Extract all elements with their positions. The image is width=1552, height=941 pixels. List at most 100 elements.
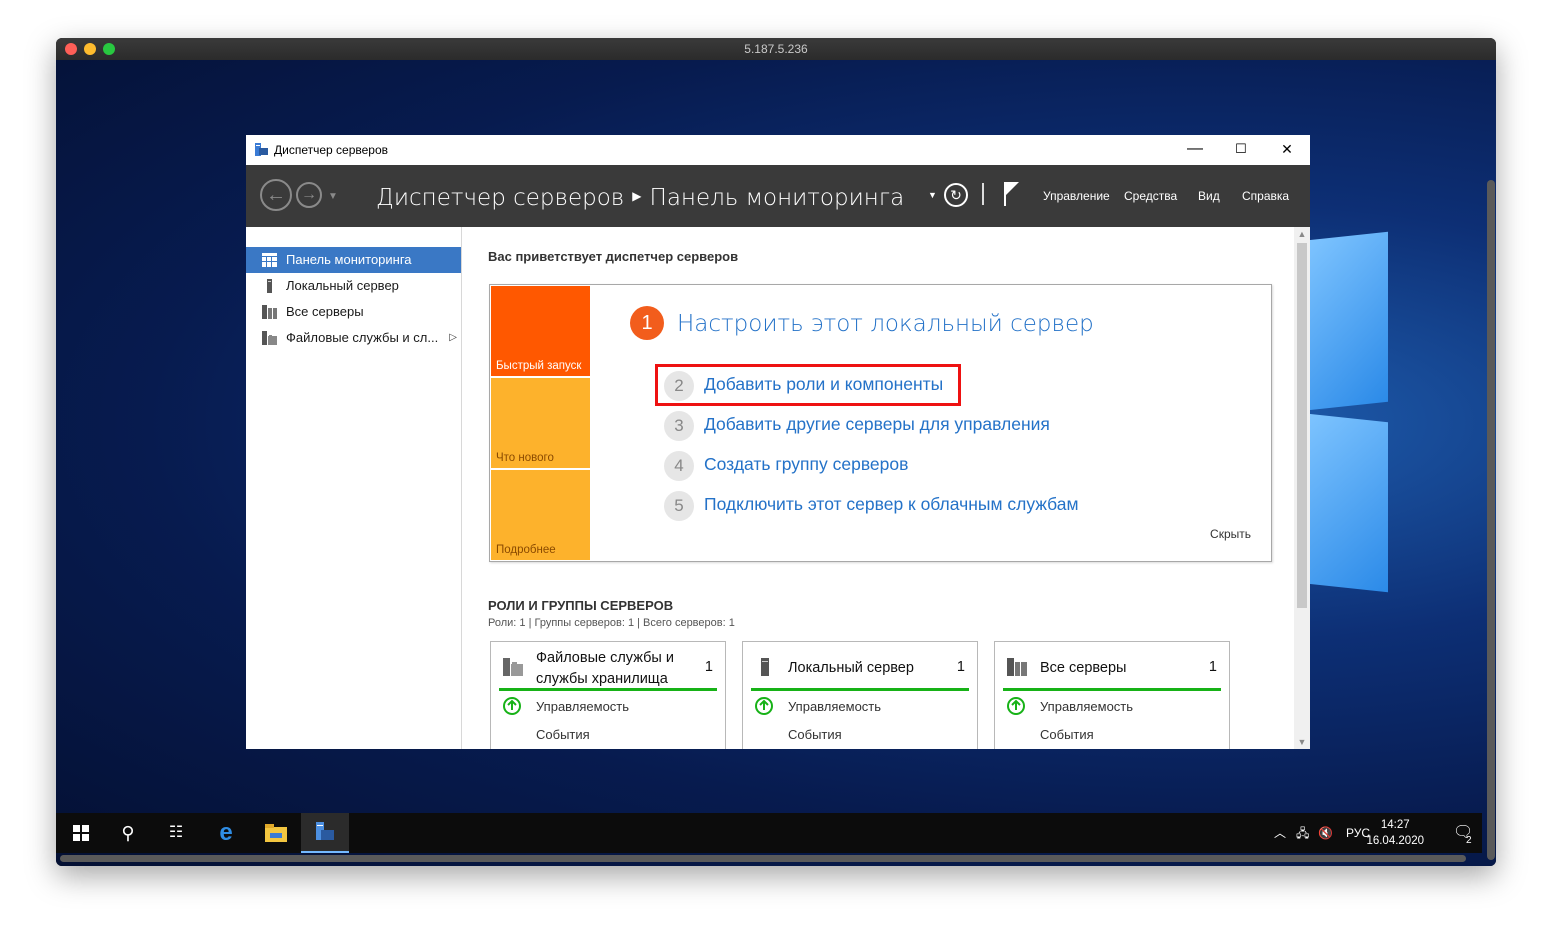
task-view-icon[interactable]: ☷ <box>152 813 200 853</box>
sidebar-item-dashboard[interactable]: Панель мониторинга <box>246 247 461 273</box>
close-button[interactable]: ✕ <box>1264 135 1310 165</box>
role-card-local-server[interactable]: Локальный сервер 1 Управляемость События <box>742 641 978 749</box>
file-services-icon <box>262 331 277 345</box>
scroll-up-icon[interactable]: ▲ <box>1294 229 1310 239</box>
step-link[interactable]: Добавить другие серверы для управления <box>704 414 1050 435</box>
clock[interactable]: 14:27 16.04.2020 <box>1366 817 1424 849</box>
sidebar-item-local-server[interactable]: Локальный сервер <box>246 273 461 299</box>
notifications-count: 2 <box>1466 835 1472 846</box>
sidebar-item-file-services[interactable]: Файловые службы и сл... ▷ <box>246 325 461 351</box>
role-card-all-servers[interactable]: Все серверы 1 Управляемость События <box>994 641 1230 749</box>
card-manageability[interactable]: Управляемость <box>788 699 881 714</box>
card-count: 1 <box>956 659 965 675</box>
step-1-number: 1 <box>630 306 664 340</box>
card-manageability[interactable]: Управляемость <box>536 699 629 714</box>
clock-time: 14:27 <box>1380 819 1410 831</box>
quick-start-panel: Быстрый запуск Что нового Подробнее 1 На… <box>489 284 1272 562</box>
menu-view[interactable]: Вид <box>1198 189 1220 203</box>
step-number: 5 <box>664 491 694 521</box>
file-explorer-icon[interactable] <box>252 813 300 853</box>
submenu-arrow-icon[interactable]: ▷ <box>449 325 457 351</box>
card-count: 1 <box>1208 659 1217 675</box>
roles-summary: Роли: 1 | Группы серверов: 1 | Всего сер… <box>488 617 735 629</box>
card-count: 1 <box>704 659 713 675</box>
tile-label: Подробнее <box>496 544 556 556</box>
internet-explorer-icon[interactable]: e <box>202 813 250 853</box>
status-bar <box>499 688 717 691</box>
roles-heading: РОЛИ И ГРУППЫ СЕРВЕРОВ <box>488 598 674 613</box>
clock-date: 16.04.2020 <box>1366 835 1424 847</box>
tile-whats-new[interactable]: Что нового <box>491 378 590 468</box>
step-number: 4 <box>664 451 694 481</box>
card-events[interactable]: События <box>788 727 842 742</box>
welcome-heading: Вас приветствует диспетчер серверов <box>488 249 739 264</box>
menu-tools[interactable]: Средства <box>1124 189 1177 203</box>
breadcrumb-current: Панель мониторинга <box>649 185 905 211</box>
window-titlebar[interactable]: Диспетчер серверов — ☐ ✕ <box>246 135 1310 166</box>
back-arrow-icon[interactable]: ← <box>260 179 292 211</box>
remote-desktop-frame: 5.187.5.236 Диспетчер серверов — ☐ ✕ ← →… <box>56 38 1496 866</box>
highlight-annotation <box>655 364 961 406</box>
step-number: 3 <box>664 411 694 441</box>
forward-arrow-icon[interactable]: → <box>296 182 322 208</box>
server-manager-icon <box>255 143 268 156</box>
notification-dropdown-icon[interactable]: ▼ <box>928 190 937 200</box>
windows-wallpaper-logo <box>1308 231 1478 606</box>
show-hidden-icons-icon[interactable]: ︿ <box>1274 813 1286 853</box>
taskbar: ⚲ ☷ e ︿ 🖧 🔇 РУС 14:27 16.04.2020 🗨 2 <box>56 813 1482 853</box>
header-toolbar: ← → ▼ Диспетчер серверов ▶ Панель монитори… <box>246 165 1310 227</box>
server-manager-taskbar-button[interactable] <box>301 813 349 853</box>
maximize-button[interactable]: ☐ <box>1218 135 1264 165</box>
windows-start-icon[interactable] <box>57 813 105 853</box>
tile-label: Что нового <box>496 452 554 464</box>
scroll-down-icon[interactable]: ▼ <box>1294 737 1310 747</box>
menu-manage[interactable]: Управление <box>1043 189 1110 203</box>
flag-icon[interactable] <box>1003 181 1021 207</box>
card-events[interactable]: События <box>536 727 590 742</box>
role-card-file-services[interactable]: Файловые службы и службы хранилища 1 Упр… <box>490 641 726 749</box>
main-content: Вас приветствует диспетчер серверов Быст… <box>462 227 1294 749</box>
tile-learn-more[interactable]: Подробнее <box>491 470 590 560</box>
sidebar-item-label: Файловые службы и сл... <box>286 330 439 345</box>
viewer-vertical-scrollbar[interactable] <box>1487 180 1495 860</box>
server-icon <box>761 658 769 676</box>
status-bar <box>751 688 969 691</box>
server-manager-window: Диспетчер серверов — ☐ ✕ ← → ▼ Диспетчер… <box>246 135 1310 749</box>
network-icon[interactable]: 🖧 <box>1296 813 1309 853</box>
volume-muted-icon[interactable]: 🔇 <box>1318 813 1333 853</box>
status-ok-icon <box>1007 697 1025 715</box>
card-title[interactable]: Локальный сервер <box>788 658 938 679</box>
viewer-horizontal-scrollbar[interactable] <box>60 855 1466 862</box>
sidebar-item-label: Панель мониторинга <box>286 252 412 267</box>
breadcrumb: Диспетчер серверов ▶ Панель мониторинга <box>376 185 904 211</box>
sidebar-item-all-servers[interactable]: Все серверы <box>246 299 461 325</box>
status-bar <box>1003 688 1221 691</box>
history-dropdown-icon[interactable]: ▼ <box>328 191 338 202</box>
card-title[interactable]: Файловые службы и службы хранилища <box>536 648 686 690</box>
step-link[interactable]: Подключить этот сервер к облачным служба… <box>704 494 1079 515</box>
step-1-link[interactable]: Настроить этот локальный сервер <box>677 311 1094 337</box>
minimize-button[interactable]: — <box>1172 135 1218 165</box>
content-scrollbar[interactable]: ▲ ▼ <box>1294 227 1310 749</box>
mac-titlebar: 5.187.5.236 <box>56 38 1496 60</box>
status-ok-icon <box>503 697 521 715</box>
card-manageability[interactable]: Управляемость <box>1040 699 1133 714</box>
card-title[interactable]: Все серверы <box>1040 658 1190 679</box>
sidebar: Панель мониторинга Локальный сервер Все … <box>246 227 462 749</box>
tile-quick-start[interactable]: Быстрый запуск <box>491 286 590 376</box>
server-manager-icon <box>316 822 334 840</box>
sidebar-item-label: Все серверы <box>286 304 364 319</box>
search-icon[interactable]: ⚲ <box>104 813 152 853</box>
hide-link[interactable]: Скрыть <box>1210 527 1251 541</box>
toolbar-divider <box>982 183 984 205</box>
card-events[interactable]: События <box>1040 727 1094 742</box>
refresh-icon[interactable]: ↻ <box>944 183 968 207</box>
scroll-thumb[interactable] <box>1297 243 1307 608</box>
breadcrumb-root[interactable]: Диспетчер серверов <box>376 185 624 211</box>
notifications-icon[interactable]: 🗨 <box>1453 813 1473 853</box>
servers-icon <box>262 305 277 319</box>
breadcrumb-separator-icon: ▶ <box>632 188 642 203</box>
step-link[interactable]: Создать группу серверов <box>704 454 908 475</box>
dashboard-icon <box>262 253 277 267</box>
menu-help[interactable]: Справка <box>1242 189 1289 203</box>
